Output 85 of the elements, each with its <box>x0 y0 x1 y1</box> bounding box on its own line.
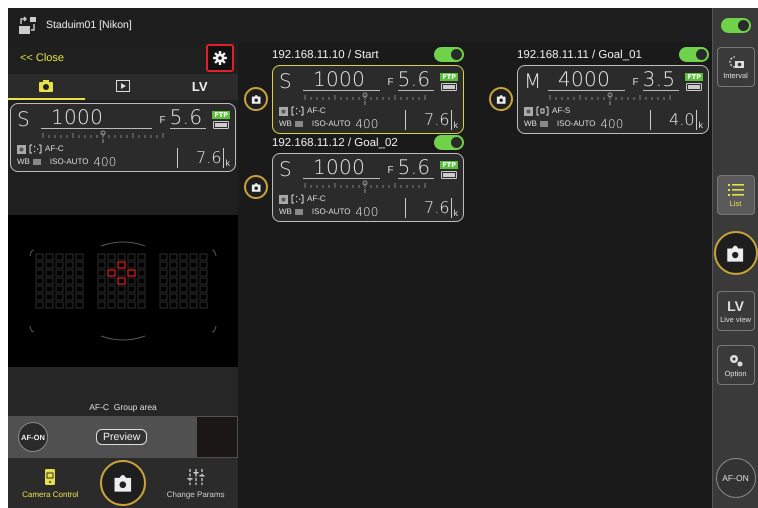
af-mode: AF-S <box>552 107 570 115</box>
shutter-speed: 4000 <box>548 69 625 91</box>
unit-label: k <box>454 208 458 218</box>
iso-label: ISO-AUTO <box>556 120 596 128</box>
toggle-switch[interactable] <box>679 47 709 62</box>
unit-label: k <box>454 120 458 130</box>
battery-icon <box>441 171 458 179</box>
iso-label: ISO-AUTO <box>312 208 350 216</box>
af-mode: AF-C <box>307 107 326 115</box>
camera-control-button[interactable]: Camera Control <box>15 468 86 498</box>
settings-icon <box>213 51 227 65</box>
iso-value: 400 <box>93 156 116 168</box>
af-area-icon <box>291 194 304 204</box>
toggle-switch[interactable] <box>720 18 750 33</box>
sliders-icon <box>186 468 205 486</box>
wb-label: WB <box>17 158 30 166</box>
auto-wb-icon <box>32 159 41 165</box>
iso-label: ISO-AUTO <box>312 120 350 128</box>
f-label: F <box>160 115 166 126</box>
remaining-shots: 4.0 <box>650 110 696 130</box>
camera-title: 192.168.11.10 / Start <box>272 48 379 60</box>
af-area-icon <box>291 106 304 116</box>
remaining-shots: 7.6 <box>177 148 224 168</box>
device-title: Staduim01 [Nikon] <box>46 19 132 31</box>
camera-icon <box>38 79 54 93</box>
auto-wb-icon <box>540 121 548 127</box>
shooting-mode: S <box>279 159 293 179</box>
f-label: F <box>632 77 639 88</box>
close-link[interactable]: << Close <box>20 52 64 64</box>
play-icon <box>116 80 130 92</box>
camera-title: 192.168.11.11 / Goal_01 <box>517 48 642 60</box>
iso-value: 400 <box>600 118 624 130</box>
unit-label: k <box>698 120 703 130</box>
shutter-speed: 1000 <box>303 69 380 91</box>
wb-label: WB <box>524 120 537 128</box>
shutter-button[interactable] <box>714 231 758 275</box>
shutter-speed: 1000 <box>303 157 380 179</box>
camera-group-icon <box>18 15 38 35</box>
wb-label: WB <box>279 120 292 128</box>
aperture-value: 5.6 <box>398 69 434 91</box>
timer-camera-icon <box>726 54 744 68</box>
shutter-button[interactable] <box>244 175 268 199</box>
thumbnail-placeholder <box>197 417 237 457</box>
f-label: F <box>388 77 394 88</box>
af-mode: AF-C <box>45 145 64 153</box>
auto-wb-icon <box>294 121 303 127</box>
toggle-switch[interactable] <box>434 135 464 150</box>
af-area-icon <box>536 106 549 116</box>
metering-icon <box>524 106 533 116</box>
shutter-button[interactable] <box>489 87 513 111</box>
shutter-button[interactable] <box>244 87 268 111</box>
iso-value: 400 <box>355 206 378 218</box>
aperture-value: 5.6 <box>398 157 434 179</box>
change-params-button[interactable]: Change Params <box>160 468 231 498</box>
camera-title: 192.168.11.12 / Goal_02 <box>272 136 398 148</box>
metering-icon <box>17 144 26 154</box>
af-mode: AF-C <box>307 195 326 203</box>
iso-label: ISO-AUTO <box>50 158 88 166</box>
iso-value: 400 <box>355 118 378 130</box>
af-status-text: AF-C Group area <box>88 402 158 414</box>
remaining-shots: 7.6 <box>405 198 452 218</box>
toggle-switch[interactable] <box>434 47 464 62</box>
metering-icon <box>279 194 288 204</box>
battery-icon <box>441 83 458 91</box>
unit-label: k <box>226 158 230 168</box>
shutter-speed: 1000 <box>41 107 152 129</box>
af-on-button[interactable]: AF-ON <box>716 458 756 498</box>
shutter-button[interactable] <box>100 460 146 506</box>
settings-button[interactable] <box>206 44 234 72</box>
auto-wb-icon <box>294 209 303 215</box>
metering-icon <box>279 106 288 116</box>
remaining-shots: 7.6 <box>405 110 452 130</box>
battery-icon <box>686 83 702 91</box>
shooting-mode: S <box>279 71 293 91</box>
preview-button[interactable]: Preview <box>96 429 148 445</box>
aperture-value: 3.5 <box>642 69 680 91</box>
phone-icon <box>44 468 56 486</box>
f-label: F <box>388 165 394 176</box>
wb-label: WB <box>279 208 292 216</box>
shooting-mode: M <box>524 71 543 91</box>
list-icon <box>728 182 744 196</box>
aperture-value: 5.6 <box>170 107 206 129</box>
af-area-icon <box>29 144 42 154</box>
shooting-mode: S <box>17 109 31 129</box>
battery-icon <box>213 121 230 129</box>
